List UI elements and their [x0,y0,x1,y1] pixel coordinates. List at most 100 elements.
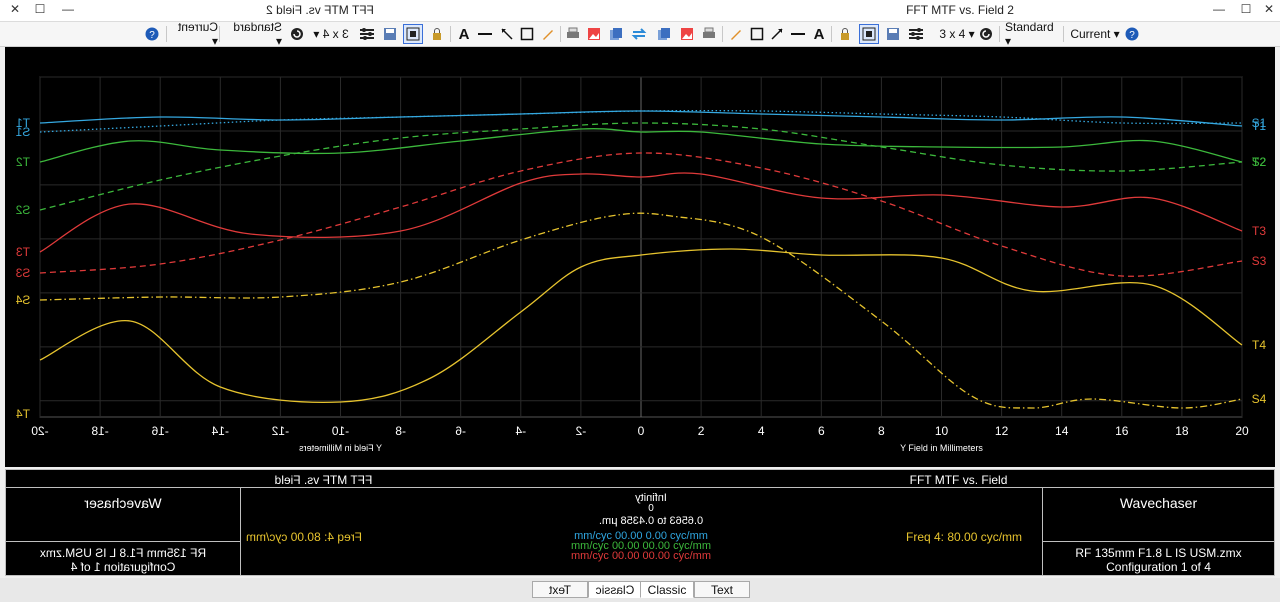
line-tool-icon[interactable] [476,25,494,43]
wavelength-range: 0.6563 to 0.4358 μm. [598,515,704,527]
series-label-right-t4: T4 [1252,338,1266,352]
x-tick-label: -10 [332,424,350,438]
frequency-label: Freq 4: 80.00 cyc/mm [906,530,1023,544]
x-axis-label: Y Field in Millimeters [900,443,983,453]
color-line-2: mm/cyc 00.00 00.00 cyc/mm [571,550,711,562]
x-tick-label: 6 [818,424,825,438]
layout-dropdown[interactable]: 3 x 4 ▾ [936,25,978,43]
file-right-cell: RF 135mm F1.8 L IS USM.zmx Configuration… [1042,541,1275,576]
refresh-icon[interactable] [288,25,306,43]
text-tool-icon[interactable]: A [810,25,828,43]
current-dropdown[interactable]: Current ▾ [170,20,220,48]
company-name-mirrored: Wavechaser [84,495,162,511]
company-left-cell: Wavechaser [5,487,241,542]
lock-icon[interactable] [836,25,854,43]
current-dropdown[interactable]: Current ▾ [1068,25,1122,43]
divider [166,26,167,42]
divider [219,26,220,42]
x-tick-label: -4 [515,424,526,438]
file-left-cell: RF 135mm F1.8 L IS USM.zmx Configuration… [5,541,241,576]
refresh-icon[interactable] [977,25,995,43]
info-title-row: FFT MTF vs. Field FFT MTF vs. Field [5,469,1275,488]
maximize-icon[interactable]: ☐ [1237,2,1255,16]
series-label-left-s4: S4 [15,293,30,307]
rectangle-tool-icon[interactable] [748,25,766,43]
series-label-left-s3: S3 [15,266,30,280]
info-panel: FFT MTF vs. Field FFT MTF vs. Field Wave… [5,469,1275,576]
x-tick-label: 0 [638,424,645,438]
sync-icon[interactable] [630,25,648,43]
settings-icon[interactable] [907,25,925,43]
print-icon[interactable] [564,25,582,43]
info-center-cell: Infinity 0 0.6563 to 0.4358 μm. Freq 4: … [240,487,1043,576]
rectangle-tool-icon[interactable] [518,25,536,43]
x-axis-label-mirrored: Y Field in Millimeters [299,443,382,453]
standard-dropdown[interactable]: Standard ▾ [1003,20,1063,48]
save-icon[interactable] [381,25,399,43]
x-tick-label: -8 [395,424,406,438]
pencil-icon[interactable] [727,25,745,43]
frequency-mirrored: Freq 4: 80.00 cyc/mm [246,530,363,544]
window-title: FFT MTF vs. Field 2 [906,3,1014,17]
file-name-mirrored: RF 135mm F1.8 L IS USM.zmx [39,546,207,560]
field-value: 0 [648,503,654,514]
company-name: Wavechaser [1119,495,1198,511]
text-tool-icon[interactable]: A [455,25,473,43]
x-tick-label: 12 [995,424,1009,438]
line-tool-icon[interactable] [789,25,807,43]
divider [722,26,723,42]
svg-text:?: ? [149,30,155,41]
series-label-left-s1: S1 [15,125,30,139]
fit-window-icon[interactable] [403,24,423,44]
pencil-icon[interactable] [539,25,557,43]
layout-dropdown[interactable]: 3 x 4 ▾ [310,25,352,43]
file-name: RF 135mm F1.8 L IS USM.zmx [1075,546,1242,560]
color-legend-lines: mm/cyc 00.00 0.00 cyc/mm mm/cyc 00.00 00.… [541,531,741,562]
export-image-icon[interactable] [678,25,696,43]
divider [560,26,561,42]
x-tick-label: 18 [1175,424,1189,438]
view-tabs: Text Classic Classic Text [0,578,1280,602]
settings-icon[interactable] [358,25,376,43]
close-icon[interactable]: ✕ [1260,2,1278,16]
standard-dropdown[interactable]: Standard ▾ [222,20,284,48]
tab-text[interactable]: Text [694,581,750,598]
info-title-mirrored: FFT MTF vs. Field [274,473,373,487]
x-tick-label: 20 [1235,424,1249,438]
x-tick-label: 8 [878,424,885,438]
x-tick-label: -18 [91,424,109,438]
divider [450,26,451,42]
save-icon[interactable] [884,25,902,43]
x-tick-label: 10 [935,424,949,438]
lock-icon[interactable] [428,25,446,43]
series-label-right-t1: T1 [1252,119,1266,133]
x-tick-label: -12 [271,424,289,438]
divider [1063,26,1064,42]
arrow-tool-icon[interactable] [768,25,786,43]
mtf-chart: -20 -18 -16 -14 -12 -10 -8 -6 -4 -2 0 2 4 6 8 10 12 14 16 1… [15,76,1267,453]
series-label-right-s3: S3 [1252,254,1267,268]
arrow-tool-icon[interactable] [498,25,516,43]
series-label-left-t3: T3 [16,245,30,259]
export-image-icon[interactable] [585,25,603,43]
series-label-right-t2: T2 [1252,155,1266,169]
divider [999,26,1000,42]
print-icon[interactable] [700,25,718,43]
tab-text-mirrored[interactable]: Text [532,581,588,598]
tab-classic-mirrored[interactable]: Classic [588,581,642,598]
help-icon[interactable]: ? [1123,25,1141,43]
mtf-plot: -20 -18 -16 -14 -12 -10 -8 -6 -4 -2 0 2 4 6 8 10 12 14 16 1… [5,47,1275,467]
minimize-icon[interactable]: — [1210,2,1228,16]
x-tick-label: 4 [758,424,765,438]
series-label-left-s2: S2 [15,203,30,217]
copy-icon[interactable] [655,25,673,43]
copy-icon[interactable] [607,25,625,43]
window-title-mirrored: FFT MTF vs. Field 2 [266,3,374,17]
x-tick-label: 16 [1115,424,1129,438]
tab-classic[interactable]: Classic [640,581,694,598]
fit-window-icon[interactable] [859,24,879,44]
help-icon[interactable]: ? [143,25,161,43]
x-tick-label: -2 [575,424,586,438]
toolbar: ? Current ▾ Standard ▾ 3 x 4 ▾ A A 3 x 4… [0,20,1280,48]
title-bar: ✕ ☐ — FFT MTF vs. Field 2 FFT MTF vs. Fi… [0,0,1280,22]
